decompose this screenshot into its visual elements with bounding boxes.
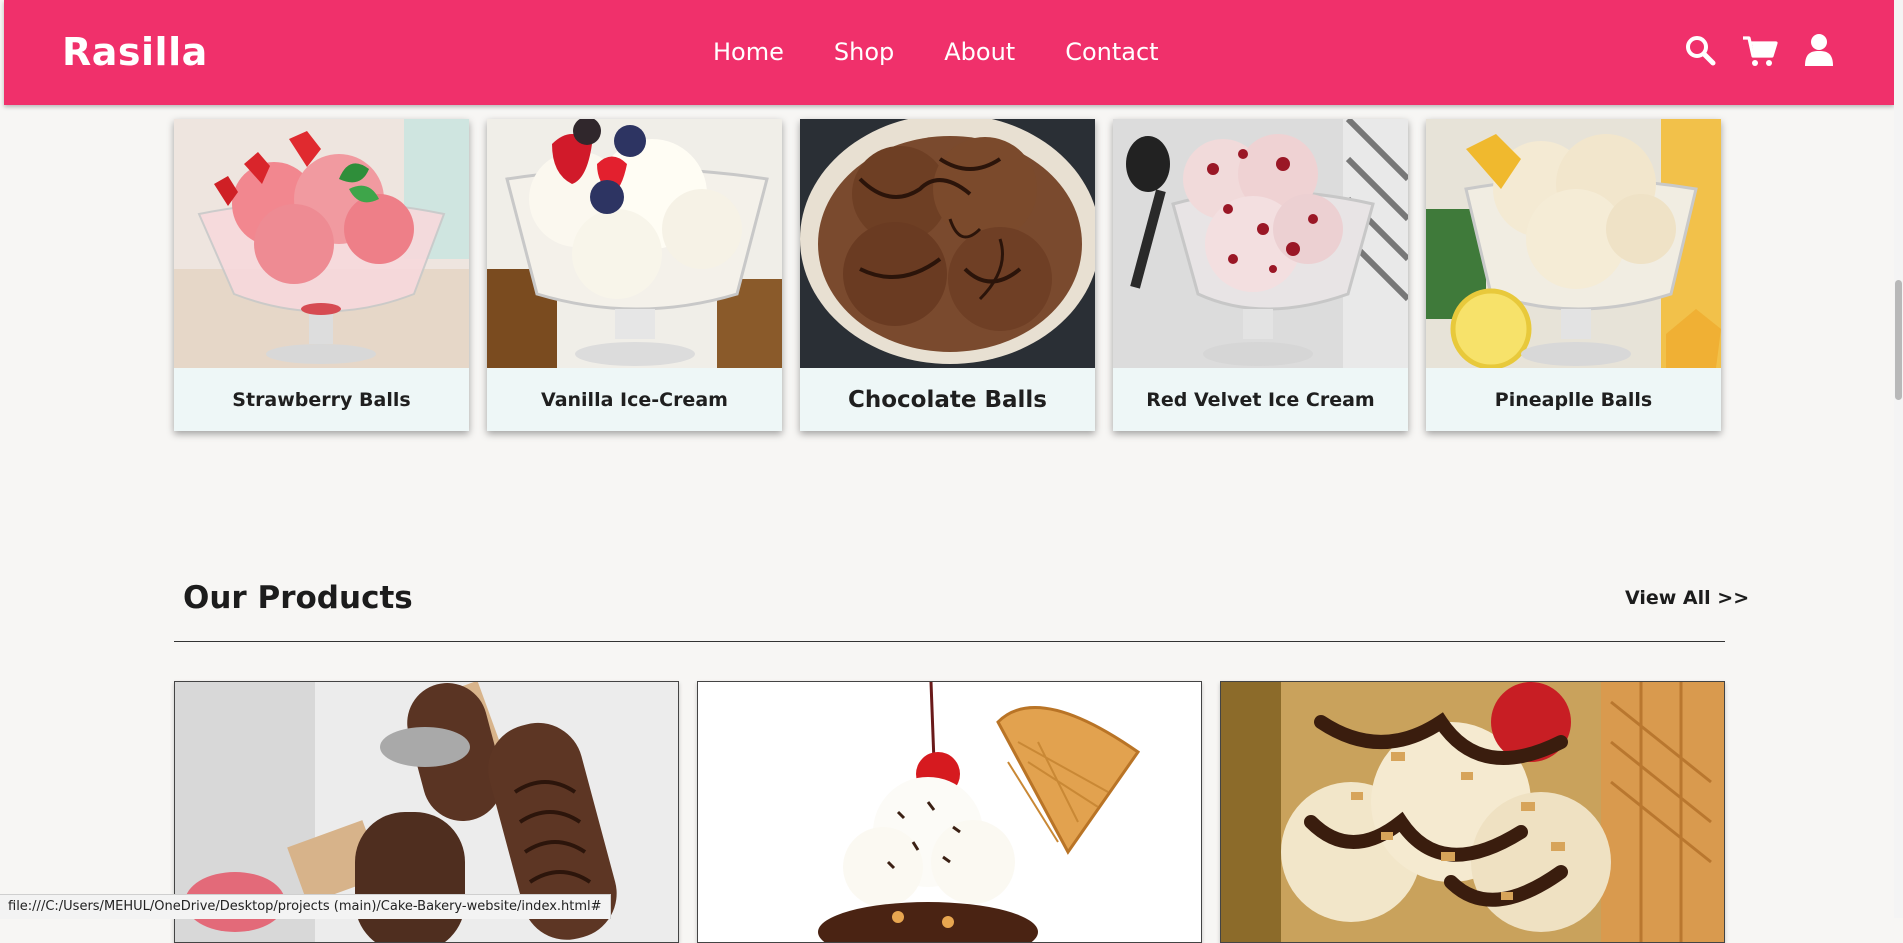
product-card[interactable] bbox=[697, 681, 1202, 943]
main-nav: Home Shop About Contact bbox=[713, 38, 1209, 66]
nut-sundae-image bbox=[1221, 682, 1724, 942]
cart-icon[interactable] bbox=[1742, 32, 1778, 68]
vanilla-ice-cream-image bbox=[487, 119, 782, 368]
category-label: Red Velvet Ice Cream bbox=[1146, 388, 1375, 411]
page-scrollbar[interactable] bbox=[1894, 0, 1903, 918]
strawberry-balls-image bbox=[174, 119, 469, 368]
pineapple-balls-image bbox=[1426, 119, 1721, 368]
category-card-vanilla[interactable]: Vanilla Ice-Cream bbox=[487, 119, 782, 431]
red-velvet-ice-cream-image bbox=[1113, 119, 1408, 368]
view-all-link[interactable]: View All >> bbox=[1625, 587, 1749, 609]
chocolate-balls-image bbox=[800, 119, 1095, 368]
status-bar-url: file:///C:/Users/MEHUL/OneDrive/Desktop/… bbox=[0, 894, 611, 919]
search-icon[interactable] bbox=[1684, 32, 1716, 68]
brand-logo[interactable]: Rasilla bbox=[62, 30, 208, 74]
nav-about-link[interactable]: About bbox=[944, 38, 1015, 66]
nav-home-link[interactable]: Home bbox=[713, 38, 784, 66]
category-card-pineapple[interactable]: Pineaplle Balls bbox=[1426, 119, 1721, 431]
category-label: Strawberry Balls bbox=[232, 388, 411, 411]
product-card[interactable] bbox=[1220, 681, 1725, 943]
nav-contact-link[interactable]: Contact bbox=[1065, 38, 1158, 66]
section-divider bbox=[174, 641, 1725, 642]
category-cards: Strawberry Balls Vanilla Ice-Cream Choco… bbox=[174, 119, 1721, 431]
section-title: Our Products bbox=[183, 580, 413, 616]
scrollbar-thumb[interactable] bbox=[1895, 280, 1902, 400]
category-label: Vanilla Ice-Cream bbox=[541, 388, 728, 411]
sundae-with-wafer-image bbox=[698, 682, 1201, 942]
category-card-red-velvet[interactable]: Red Velvet Ice Cream bbox=[1113, 119, 1408, 431]
header-icons bbox=[1684, 32, 1834, 68]
category-label: Chocolate Balls bbox=[847, 386, 1047, 413]
category-label: Pineaplle Balls bbox=[1494, 388, 1653, 411]
category-card-chocolate[interactable]: Chocolate Balls bbox=[800, 119, 1095, 431]
top-navbar: Rasilla Home Shop About Contact bbox=[4, 0, 1894, 105]
user-icon[interactable] bbox=[1804, 32, 1834, 68]
category-card-strawberry[interactable]: Strawberry Balls bbox=[174, 119, 469, 431]
nav-shop-link[interactable]: Shop bbox=[834, 38, 894, 66]
